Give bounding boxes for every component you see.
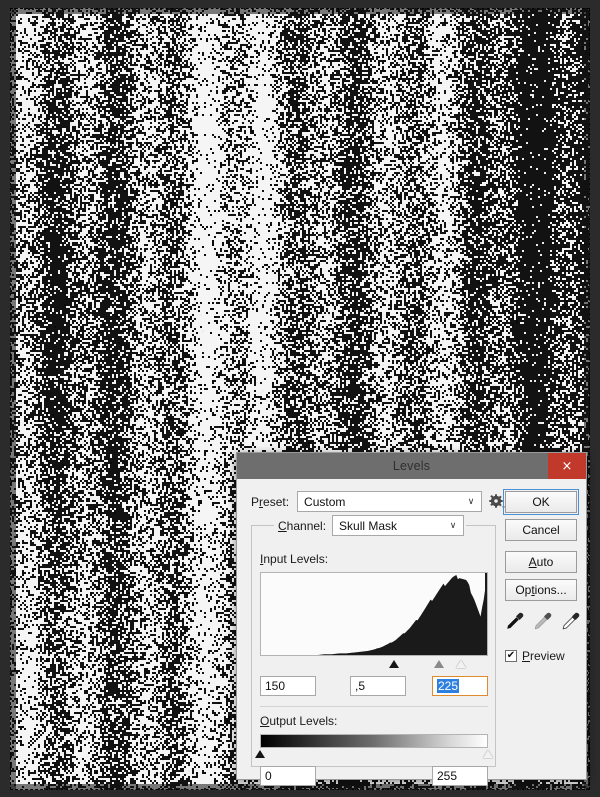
chevron-down-icon: ∨ bbox=[467, 496, 475, 507]
dialog-title: Levels bbox=[392, 459, 431, 473]
set-black-point-eyedropper[interactable] bbox=[505, 611, 525, 636]
channel-row: Channel: Skull Mask ∨ bbox=[276, 515, 467, 536]
ok-button[interactable]: OK bbox=[503, 489, 579, 515]
dialog-body: Preset: Custom ∨ Channel: Skull Mask ∨ I… bbox=[237, 479, 586, 786]
input-white-point-slider[interactable] bbox=[456, 660, 467, 668]
auto-button[interactable]: Auto bbox=[505, 551, 577, 573]
input-levels-label: Input Levels: bbox=[260, 552, 329, 566]
output-levels-label: Output Levels: bbox=[260, 714, 338, 728]
channel-select[interactable]: Skull Mask ∨ bbox=[332, 515, 465, 536]
gear-icon[interactable] bbox=[489, 493, 506, 510]
preview-checkbox-row[interactable]: ✔ Preview bbox=[505, 649, 565, 663]
section-divider bbox=[260, 706, 488, 707]
preset-value: Custom bbox=[304, 494, 346, 509]
levels-dialog[interactable]: Levels × Preset: Custom ∨ Channel: Skull… bbox=[236, 452, 587, 786]
levels-group: Channel: Skull Mask ∨ Input Levels: 150 … bbox=[251, 515, 496, 786]
input-gamma-field[interactable]: ,5 bbox=[350, 676, 406, 696]
output-gradient-bar bbox=[260, 734, 488, 748]
chevron-down-icon: ∨ bbox=[449, 520, 457, 531]
channel-value: Skull Mask bbox=[339, 518, 398, 533]
input-gamma-slider[interactable] bbox=[433, 660, 444, 668]
channel-label: Channel: bbox=[278, 518, 327, 533]
output-black-point-slider[interactable] bbox=[255, 750, 265, 758]
preview-label: Preview bbox=[522, 649, 565, 663]
output-white-field[interactable]: 255 bbox=[432, 766, 488, 786]
input-white-value: 225 bbox=[437, 679, 460, 693]
input-white-field[interactable]: 225 bbox=[432, 676, 488, 696]
output-levels-sliders[interactable] bbox=[255, 748, 493, 760]
input-black-point-slider[interactable] bbox=[389, 660, 400, 668]
dialog-titlebar[interactable]: Levels × bbox=[237, 453, 586, 479]
close-icon[interactable]: × bbox=[548, 453, 586, 479]
set-gray-point-eyedropper[interactable] bbox=[533, 611, 553, 636]
input-levels-sliders[interactable] bbox=[260, 658, 488, 670]
eyedropper-group bbox=[505, 611, 583, 635]
output-white-point-slider[interactable] bbox=[483, 750, 493, 758]
histogram-chart[interactable] bbox=[260, 572, 488, 656]
input-black-field[interactable]: 150 bbox=[260, 676, 316, 696]
preset-label: Preset: bbox=[251, 494, 290, 509]
preview-checkbox[interactable]: ✔ bbox=[505, 650, 517, 662]
output-black-field[interactable]: 0 bbox=[260, 766, 316, 786]
preset-select[interactable]: Custom ∨ bbox=[297, 491, 483, 512]
preset-row: Preset: Custom ∨ bbox=[251, 491, 506, 512]
set-white-point-eyedropper[interactable] bbox=[561, 611, 581, 636]
auto-button-label: A bbox=[528, 555, 537, 569]
options-button[interactable]: Op t ions... bbox=[505, 579, 577, 601]
cancel-button[interactable]: Cancel bbox=[505, 519, 577, 541]
